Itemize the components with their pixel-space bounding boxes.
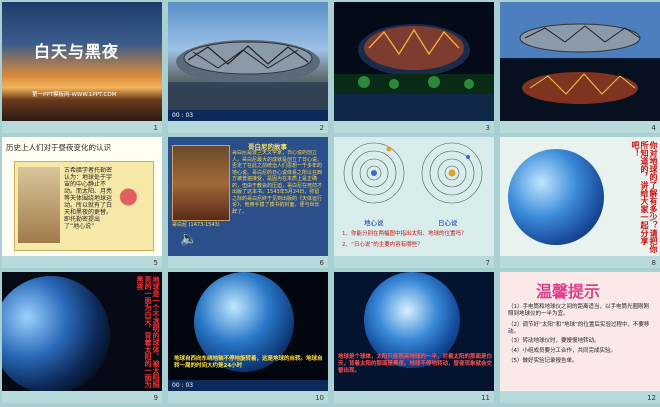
- slide-number: 11: [481, 394, 490, 402]
- slide-thumb-9[interactable]: 地球是一个不透明的球体，被太阳照亮的一面为白天，背着太阳的一面为黑夜 9: [2, 272, 162, 403]
- slide-number: 4: [651, 124, 656, 132]
- tip-1: （1）手电筒和地球仪之间的距离适当，以手电筒光圈刚刚照到地球仪的一半为宜。: [508, 304, 650, 317]
- slide-6-canvas: 哥白尼 (1473-1543) 🔈 哥白尼的故事 哥白尼是波兰天文学家，日心说的…: [168, 137, 328, 256]
- label-heliocentric: 日心说: [438, 219, 458, 227]
- label-geocentric: 地心说: [364, 219, 384, 227]
- slide-12-title: 温馨提示: [536, 282, 601, 301]
- stadium-photo: [168, 40, 328, 110]
- slide-1-canvas: 白天与黑夜 第一PPT模板网-WWW.1PPT.COM: [2, 2, 162, 121]
- slide-thumb-8[interactable]: 你对地球的了解有多少？请把你所知道的，讲给大家一起分享吧！ 8: [500, 137, 660, 268]
- copernicus-caption: 哥白尼 (1473-1543): [172, 222, 220, 228]
- slide-8-canvas: 你对地球的了解有多少？请把你所知道的，讲给大家一起分享吧！: [500, 137, 660, 256]
- earth-image: [508, 149, 604, 245]
- slide-2-canvas: 00 : 03: [168, 2, 328, 121]
- slide-thumb-2[interactable]: 00 : 03 2: [168, 2, 328, 133]
- slide-9-vertical-text: 地球是一个不透明的球体，被太阳照亮的一面为白天，背着太阳的一面为黑夜: [136, 276, 160, 388]
- slide-number: 8: [651, 259, 656, 267]
- night-stadium-photo: [334, 24, 494, 121]
- slide-number: 6: [319, 259, 324, 267]
- earth-half-lit-image: [2, 276, 110, 391]
- slide-number: 7: [485, 259, 490, 267]
- slide-11-canvas: 地球是个球体，太阳只能照亮地球的一半，对着太阳的那面是白天，背着太阳的那面是黑夜…: [334, 272, 494, 391]
- flower-decoration: [114, 173, 150, 233]
- copernicus-portrait: [172, 145, 230, 221]
- slide-number: 12: [647, 394, 656, 402]
- slide-4-canvas: [500, 2, 660, 121]
- slide-10-canvas: 地球自西向东绕地轴不停地旋转着，这是地球的自转。地球自转一周的时间大约是24小时…: [168, 272, 328, 391]
- slide-thumb-5[interactable]: 历史上人们对于昼夜变化的认识 古希腊学者托勒密认为：地球处于宇宙的中心静止不动。…: [2, 137, 162, 268]
- slide-thumb-12[interactable]: 温馨提示 （1）手电筒和地球仪之间的距离适当，以手电筒光圈刚刚照到地球仪的一半为…: [500, 272, 660, 403]
- slide-thumb-1[interactable]: 白天与黑夜 第一PPT模板网-WWW.1PPT.COM 1: [2, 2, 162, 133]
- slide-thumb-11[interactable]: 地球是个球体，太阳只能照亮地球的一半，对着太阳的那面是白天，背着太阳的那面是黑夜…: [334, 272, 494, 403]
- slide-number: 3: [485, 124, 490, 132]
- question-1: 1、你能分别在两幅图中指出太阳、地球的位置吗？: [342, 231, 467, 237]
- video-time-bar[interactable]: 00 : 03: [168, 110, 328, 121]
- slide-thumb-3[interactable]: 3: [334, 2, 494, 133]
- slide-5-canvas: 历史上人们对于昼夜变化的认识 古希腊学者托勒密认为：地球处于宇宙的中心静止不动。…: [2, 137, 162, 256]
- slide-12-canvas: 温馨提示 （1）手电筒和地球仪之间的距离适当，以手电筒光圈刚刚照到地球仪的一半为…: [500, 272, 660, 391]
- slide-number: 2: [319, 124, 324, 132]
- slide-1-title: 白天与黑夜: [34, 42, 120, 61]
- slide-3-canvas: [334, 2, 494, 121]
- slide-number: 10: [315, 394, 324, 402]
- slide-7-canvas: 地心说 日心说 1、你能分别在两幅图中指出太阳、地球的位置吗？ 2、“日心说”的…: [334, 137, 494, 256]
- slide-1-footer: 第一PPT模板网-WWW.1PPT.COM: [32, 92, 117, 98]
- slide-number: 5: [153, 259, 158, 267]
- slide-6-body: 哥白尼是波兰天文学家，日心说的创立人。哥白尼最大的成就是创立了日心说。否定了在此…: [232, 150, 323, 215]
- stadium-collage: [500, 2, 660, 121]
- slide-thumb-6[interactable]: 哥白尼 (1473-1543) 🔈 哥白尼的故事 哥白尼是波兰天文学家，日心说的…: [168, 137, 328, 268]
- ptolemy-portrait: [18, 167, 60, 243]
- tip-4: （4）小组成员要分工合作，共同完成实验。: [508, 348, 617, 354]
- tip-5: （5）做好实验记录报告单。: [508, 358, 578, 364]
- tip-3: （3）转动地球仪时，要慢慢地转动。: [508, 338, 600, 344]
- orbit-diagrams: [343, 142, 483, 204]
- slide-5-heading: 历史上人们对于昼夜变化的认识: [6, 143, 111, 152]
- slide-thumb-10[interactable]: 地球自西向东绕地轴不停地旋转着，这是地球的自转。地球自转一周的时间大约是24小时…: [168, 272, 328, 403]
- question-2: 2、“日心说”的主要内容有哪些？: [342, 242, 423, 248]
- slide-number: 9: [153, 394, 158, 402]
- slide-5-body: 古希腊学者托勒密认为：地球处于宇宙的中心静止不动。而太阳、月亮等天体围绕地球运动…: [64, 167, 112, 230]
- slide-thumb-7[interactable]: 地心说 日心说 1、你能分别在两幅图中指出太阳、地球的位置吗？ 2、“日心说”的…: [334, 137, 494, 268]
- slide-thumb-4[interactable]: 4: [500, 2, 660, 133]
- slide-10-caption: 地球自西向东绕地轴不停地旋转着，这是地球的自转。地球自转一周的时间大约是24小时: [174, 356, 323, 369]
- slide-9-canvas: 地球是一个不透明的球体，被太阳照亮的一面为白天，背着太阳的一面为黑夜: [2, 272, 162, 391]
- slide-number: 1: [153, 124, 158, 132]
- slide-11-caption: 地球是个球体，太阳只能照亮地球的一半，对着太阳的那面是白天，背着太阳的那面是黑夜…: [338, 354, 493, 374]
- slide-8-sidetext: 你对地球的了解有多少？请把你所知道的，讲给大家一起分享吧！: [631, 141, 658, 253]
- speaker-icon[interactable]: 🔈: [180, 231, 197, 247]
- tip-2: （2）调节好“太阳”和“地球”的位置后实验过程中，不要移动。: [508, 322, 650, 335]
- video-time-bar[interactable]: 00 : 03: [168, 380, 328, 391]
